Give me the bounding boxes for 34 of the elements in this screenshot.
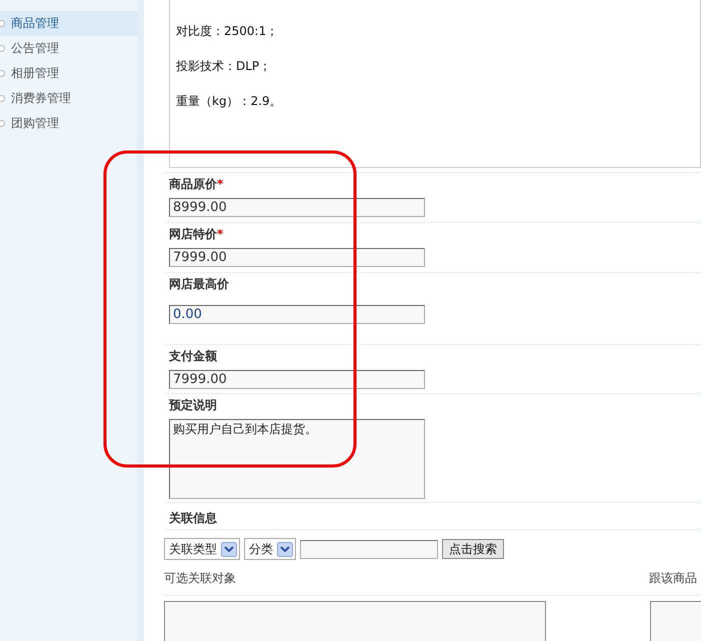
caret-icon: [221, 542, 237, 556]
caret-icon: [277, 542, 293, 556]
price-input[interactable]: 8999.00: [169, 198, 425, 217]
bullet-icon: [0, 120, 5, 127]
field-label: 预定说明: [169, 397, 218, 413]
sidebar-item[interactable]: 消费券管理: [0, 86, 137, 111]
sidebar-item[interactable]: 团购管理: [0, 111, 137, 136]
notes-textarea[interactable]: 购买用户自己到本店提货。: [169, 419, 425, 499]
description-line: 投影技术：DLP；: [176, 59, 272, 73]
section-title: 关联信息: [169, 510, 218, 526]
bullet-icon: [0, 45, 5, 52]
price-input[interactable]: 0.00: [169, 305, 425, 324]
sidebar-item[interactable]: 相册管理: [0, 61, 137, 86]
search-button[interactable]: 点击搜索: [442, 539, 504, 559]
sidebar-item[interactable]: 商品管理: [0, 11, 137, 36]
description-line: 对比度：2500:1；: [176, 24, 280, 38]
column-label: 可选关联对象: [164, 570, 237, 587]
dropdown[interactable]: 分类: [244, 538, 296, 560]
field-label: 网店特价*: [169, 226, 224, 242]
search-field[interactable]: [300, 540, 438, 558]
field-label: 网店最高价: [169, 276, 230, 292]
list-box[interactable]: [164, 601, 546, 641]
price-input[interactable]: 7999.00: [169, 370, 425, 389]
bullet-icon: [0, 20, 5, 27]
dropdown[interactable]: 关联类型: [164, 538, 240, 560]
field-label: 商品原价*: [169, 176, 224, 192]
description-editor[interactable]: 对比度：2500:1； 投影技术：DLP； 重量（kg）：2.9。: [169, 0, 701, 168]
description-line: 重量（kg）：2.9。: [176, 94, 283, 108]
price-input[interactable]: 7999.00: [169, 248, 425, 267]
bullet-icon: [0, 95, 5, 102]
column-label: 跟该商品: [649, 570, 698, 587]
sidebar-item[interactable]: 公告管理: [0, 36, 137, 61]
bullet-icon: [0, 70, 5, 77]
field-label: 支付金额: [169, 348, 218, 364]
